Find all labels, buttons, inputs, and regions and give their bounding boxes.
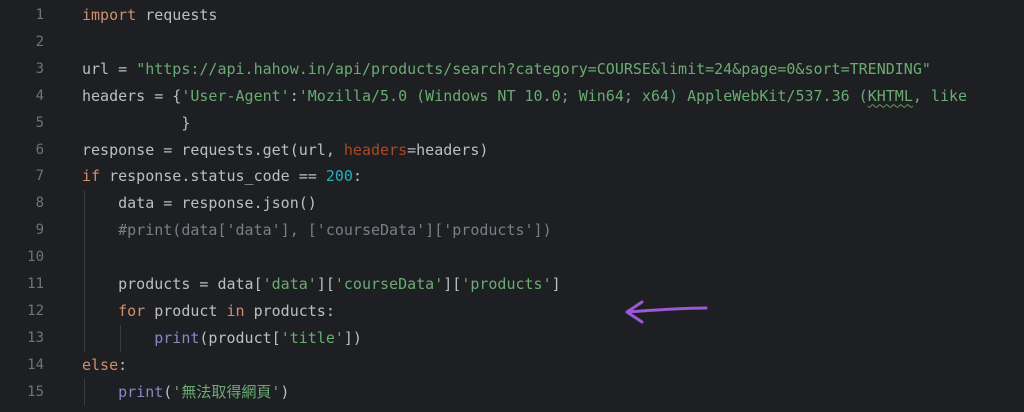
code-token: data = response.json() <box>82 194 317 213</box>
indent-guide <box>120 324 121 352</box>
code-token: 'data' <box>262 275 317 293</box>
code-line[interactable]: print('無法取得網頁') <box>82 379 289 406</box>
line-number: 15 <box>0 379 44 406</box>
code-line[interactable]: else: <box>82 352 127 379</box>
code-token: url = <box>82 59 137 78</box>
code-token: 'User-Agent' <box>181 86 290 105</box>
line-number-text: 6 <box>35 141 44 158</box>
line-number-text: 14 <box>27 356 44 373</box>
code-token: in <box>226 301 245 320</box>
line-number-text: 11 <box>27 276 44 292</box>
code-line[interactable]: data = response.json() <box>82 190 317 217</box>
code-token: 'Mozilla/5.0 (Windows NT 10.0; Win64; x6… <box>298 86 868 105</box>
line-number: 5 <box>0 110 44 137</box>
code-token: for <box>118 301 146 320</box>
code-token: headers = { <box>82 86 182 105</box>
code-line[interactable]: import requests <box>82 2 217 29</box>
code-token: ] <box>551 275 561 293</box>
code-token: KHTML <box>867 86 913 105</box>
code-token: else <box>82 355 119 374</box>
code-line[interactable]: headers = {'User-Agent':'Mozilla/5.0 (Wi… <box>82 83 967 110</box>
code-token: if <box>82 167 101 186</box>
code-token: (product[ <box>199 328 281 347</box>
line-number-text: 3 <box>35 60 44 77</box>
line-number: 12 <box>0 298 44 325</box>
left-arrow-icon <box>625 300 708 324</box>
code-token: products: <box>244 301 335 320</box>
line-number-text: 12 <box>27 302 44 319</box>
code-token: , like <box>912 86 968 105</box>
code-line[interactable]: products = data['data']['courseData']['p… <box>82 271 561 298</box>
code-line[interactable]: } <box>82 110 190 137</box>
code-token: requests <box>136 6 218 24</box>
line-number-text: 7 <box>35 168 44 185</box>
code-editor[interactable]: 1 2 3 4 5 6 7 8 9 10 11 12 13 14 15 import requests url… <box>0 0 1024 412</box>
code-token: "https://api.hahow.in/api/products/searc… <box>136 59 931 78</box>
line-number: 3 <box>0 56 44 83</box>
code-token: headers <box>343 140 408 159</box>
code-token: : <box>352 167 362 186</box>
code-token: import <box>82 6 137 24</box>
line-number: 14 <box>0 352 44 379</box>
code-line[interactable]: for product in products: <box>82 298 335 325</box>
line-number-text: 9 <box>35 222 44 239</box>
code-token: ][ <box>316 275 335 293</box>
code-token: 'title' <box>280 328 344 347</box>
line-number: 9 <box>0 217 44 244</box>
code-token: products = data[ <box>82 275 263 293</box>
line-number-text: 5 <box>35 114 44 131</box>
line-number: 10 <box>0 244 44 271</box>
line-number-gutter: 1 2 3 4 5 6 7 8 9 10 11 12 13 14 15 <box>0 0 62 412</box>
code-token: 'courseData' <box>334 275 444 293</box>
line-number-text: 15 <box>27 383 44 400</box>
line-number: 1 <box>0 2 44 29</box>
indent-guide <box>84 378 85 406</box>
code-token: 'products' <box>461 275 552 293</box>
indent-guide <box>84 190 85 352</box>
code-token: response.status_code == <box>100 167 326 186</box>
code-line[interactable]: #print(data['data'], ['courseData']['pro… <box>82 217 552 244</box>
code-token: : <box>118 355 128 374</box>
code-token: =headers) <box>407 140 489 159</box>
code-token: ( <box>163 382 173 401</box>
line-number-text: 1 <box>35 7 44 23</box>
code-token: print <box>154 328 200 347</box>
code-token: } <box>82 113 191 132</box>
code-token: 200 <box>325 167 353 186</box>
line-number-text: 10 <box>27 249 44 266</box>
code-line[interactable]: if response.status_code == 200: <box>82 163 362 190</box>
line-number: 2 <box>0 29 44 56</box>
code-token: #print(data['data'], ['courseData']['pro… <box>82 221 552 240</box>
code-token: print <box>118 382 164 401</box>
line-number-text: 13 <box>27 329 44 346</box>
code-token: ][ <box>443 275 462 293</box>
code-token: product <box>145 301 227 320</box>
code-line[interactable]: url = "https://api.hahow.in/api/products… <box>82 56 931 83</box>
line-number-text: 8 <box>35 195 44 212</box>
code-token: ]) <box>343 328 362 347</box>
line-number-text: 4 <box>35 87 44 104</box>
line-number-text: 2 <box>35 33 44 50</box>
line-number: 11 <box>0 271 44 298</box>
line-number: 6 <box>0 137 44 164</box>
code-line[interactable]: response = requests.get(url, headers=hea… <box>82 137 488 164</box>
code-token: : <box>289 86 299 105</box>
code-area[interactable]: import requests url = "https://api.hahow.… <box>62 0 1024 412</box>
line-number: 7 <box>0 163 44 190</box>
line-number: 4 <box>0 83 44 110</box>
code-line[interactable]: print(product['title']) <box>82 325 362 352</box>
code-token: '無法取得網頁' <box>172 382 281 401</box>
code-token: response = requests.get(url, <box>82 140 344 159</box>
line-number: 13 <box>0 325 44 352</box>
code-token: ) <box>280 382 290 401</box>
line-number: 8 <box>0 190 44 217</box>
